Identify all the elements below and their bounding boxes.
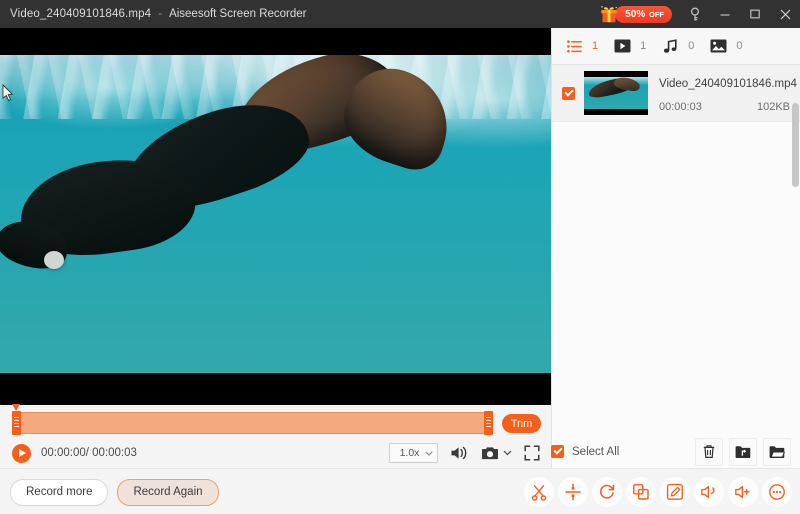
title-bar-controls: 50% OFF: [599, 0, 800, 28]
select-all-label: Select All: [572, 446, 619, 458]
playback-row: 00:00:00/ 00:00:03 1.0x: [0, 438, 551, 468]
tab-audio[interactable]: 0: [662, 38, 694, 55]
split-tool-icon[interactable]: [558, 477, 588, 507]
tab-count: 1: [592, 40, 598, 52]
app-name: Aiseesoft Screen Recorder: [169, 8, 306, 20]
tab-count: 0: [688, 40, 694, 52]
camera-icon[interactable]: [481, 446, 512, 461]
play-icon[interactable]: [12, 444, 31, 463]
mouse-cursor: [2, 84, 14, 102]
promo-badge[interactable]: 50% OFF: [599, 5, 672, 24]
merge-tool-icon[interactable]: [626, 477, 656, 507]
tab-video[interactable]: 1: [614, 38, 646, 55]
file-info: Video_240409101846.mp4 00:00:03 102KB: [659, 74, 794, 113]
record-again-button[interactable]: Record Again: [117, 479, 218, 506]
export-folder-icon[interactable]: [729, 438, 757, 466]
volume-tool-icon[interactable]: [728, 477, 758, 507]
file-name: Video_240409101846.mp4: [659, 78, 797, 90]
thumbnail-image: [584, 77, 648, 109]
panel-action-buttons: [689, 438, 791, 466]
record-more-button[interactable]: Record more: [10, 479, 108, 506]
playback-speed-select[interactable]: 1.0x: [389, 443, 438, 463]
tab-count: 1: [640, 40, 646, 52]
list-icon: [566, 38, 583, 55]
playhead-marker[interactable]: [12, 404, 21, 413]
title-separator: -: [158, 8, 162, 20]
edit-tool-icon[interactable]: [660, 477, 690, 507]
select-all-row: Select All: [551, 435, 800, 468]
playback-options: 1.0x: [389, 443, 540, 463]
file-sub-info: 00:00:03 102KB: [659, 101, 794, 113]
fullscreen-icon[interactable]: [524, 445, 540, 461]
select-all-checkbox[interactable]: [551, 445, 564, 458]
minimize-icon[interactable]: [710, 0, 740, 28]
tab-all-files[interactable]: 1: [566, 38, 598, 55]
key-icon[interactable]: [680, 0, 710, 28]
timecode-label: 00:00:00/ 00:00:03: [41, 447, 137, 459]
maximize-icon[interactable]: [740, 0, 770, 28]
gift-icon: [599, 5, 619, 24]
trim-button[interactable]: Trim: [502, 414, 541, 433]
chevron-down-icon: [425, 451, 433, 456]
rotate-tool-icon[interactable]: [592, 477, 622, 507]
window-file-name: Video_240409101846.mp4: [10, 8, 151, 20]
trim-tool-icon[interactable]: [524, 477, 554, 507]
panel-tabs: 1 1 0: [552, 28, 800, 65]
file-thumbnail: [584, 71, 648, 115]
video-preview[interactable]: [0, 28, 551, 405]
panel-scrollbar[interactable]: [792, 103, 799, 187]
trim-bar[interactable]: [12, 412, 493, 434]
player-controls: Trim 00:00:00/ 00:00:03 1.0x: [0, 405, 551, 468]
bottom-bar: Record more Record Again: [0, 468, 800, 514]
file-checkbox[interactable]: [562, 87, 575, 100]
tab-image[interactable]: 0: [710, 38, 742, 55]
file-duration: 00:00:03: [659, 101, 702, 113]
tab-count: 0: [736, 40, 742, 52]
diver-silhouette: [0, 65, 420, 295]
open-folder-icon[interactable]: [763, 438, 791, 466]
audio-extract-tool-icon[interactable]: [694, 477, 724, 507]
delete-icon[interactable]: [695, 438, 723, 466]
playback-speed-value: 1.0x: [394, 447, 425, 459]
screen-recorder-window: Video_240409101846.mp4 - Aiseesoft Scree…: [0, 0, 800, 514]
promo-label: 50% OFF: [615, 6, 672, 23]
trim-handle-start[interactable]: [12, 411, 21, 435]
file-list: Video_240409101846.mp4 00:00:03 102KB: [552, 65, 800, 468]
diver-hand: [44, 251, 64, 269]
video-frame: [0, 55, 551, 373]
close-icon[interactable]: [770, 0, 800, 28]
title-bar: Video_240409101846.mp4 - Aiseesoft Scree…: [0, 0, 800, 28]
volume-icon[interactable]: [450, 445, 469, 461]
edit-tools: [520, 477, 792, 507]
more-tool-icon[interactable]: [762, 477, 792, 507]
video-icon: [614, 38, 631, 55]
list-item[interactable]: Video_240409101846.mp4 00:00:03 102KB: [552, 65, 800, 122]
file-size: 102KB: [757, 101, 790, 113]
image-icon: [710, 38, 727, 55]
music-icon: [662, 38, 679, 55]
media-panel: 1 1 0: [551, 28, 800, 468]
trim-track[interactable]: [12, 412, 493, 434]
chevron-down-icon: [503, 450, 512, 456]
trim-handle-end[interactable]: [484, 411, 493, 435]
